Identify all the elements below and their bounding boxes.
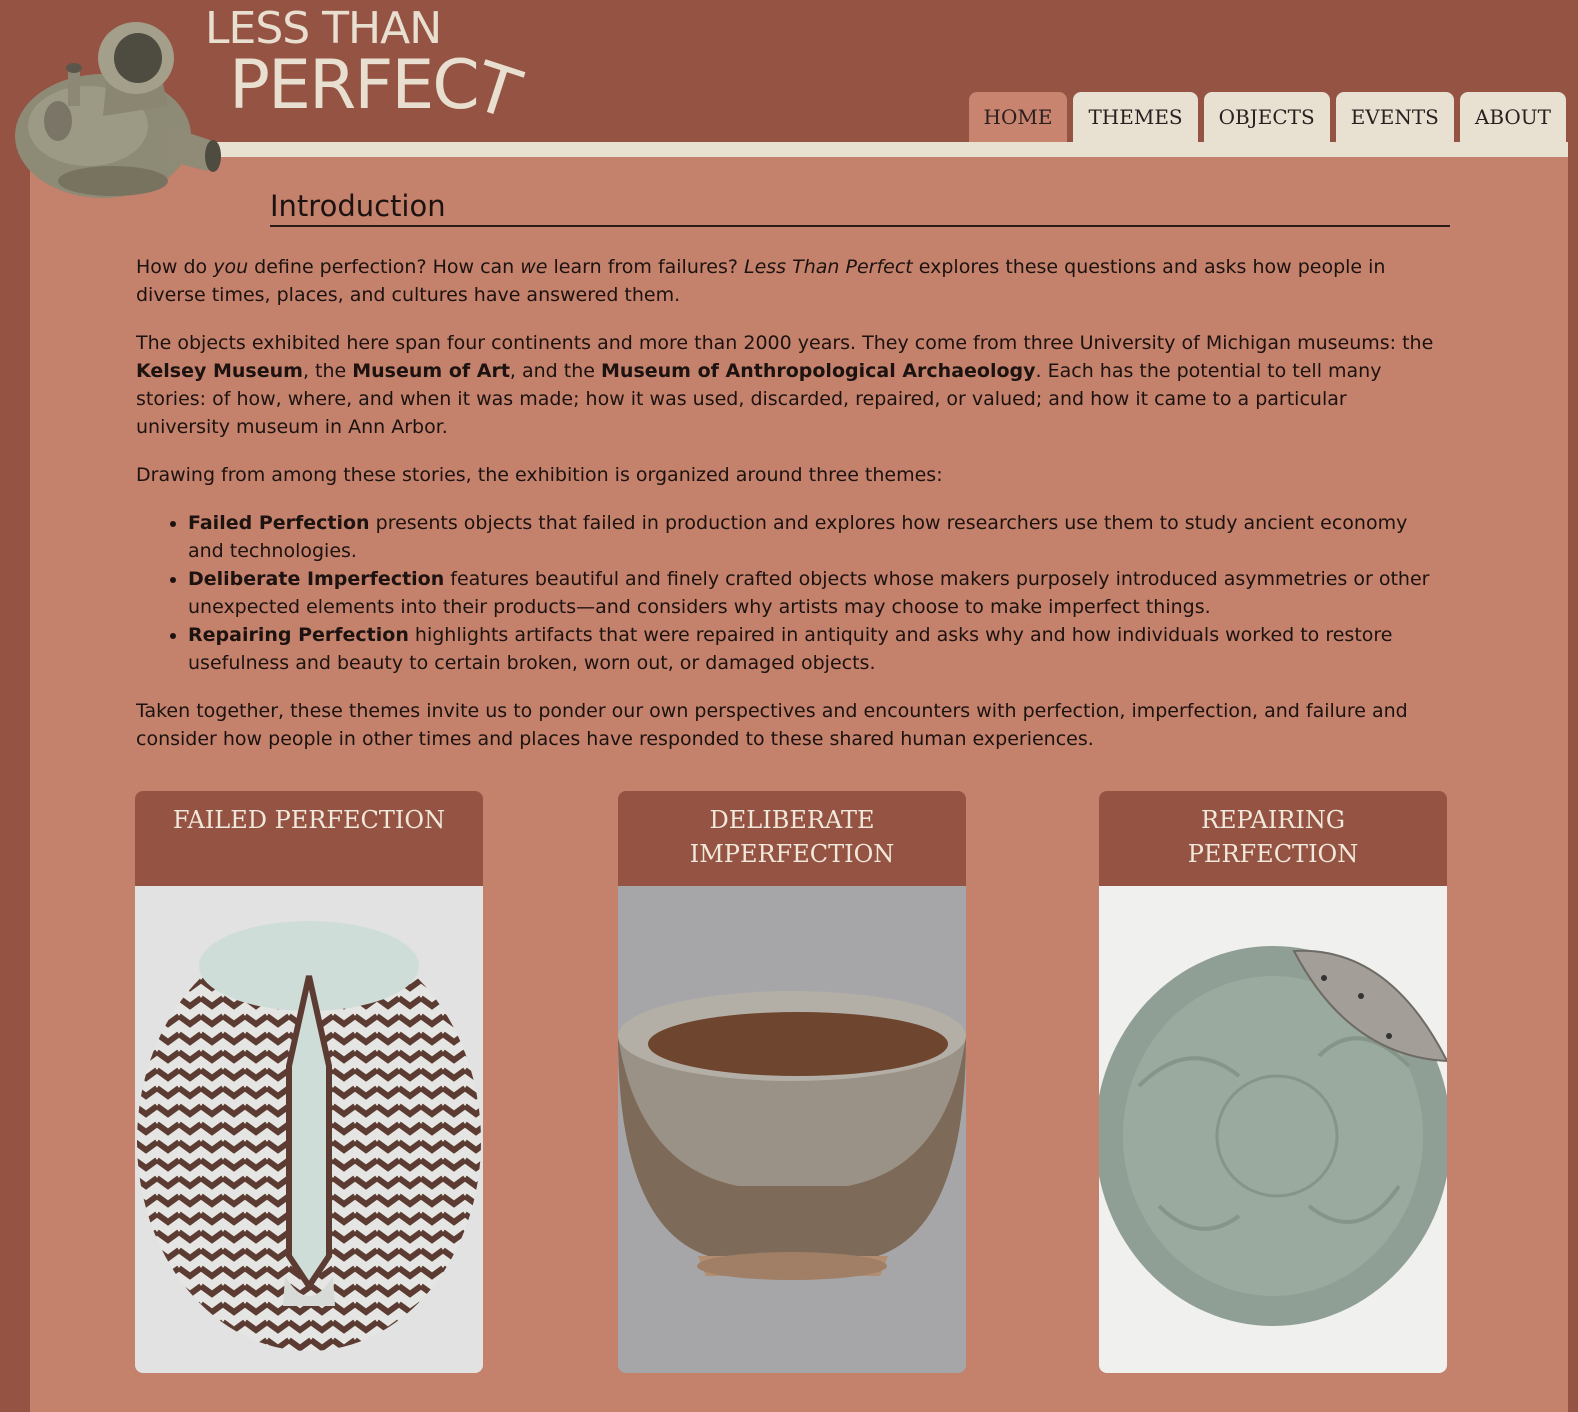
theme-cards: FAILED PERFECTION DELIBERATE IMPERFECTION	[135, 791, 1447, 1373]
card-title[interactable]: FAILED PERFECTION	[135, 791, 483, 886]
intro-text: How do you define perfection? How can we…	[136, 253, 1446, 773]
anthropological-archaeology-text: Museum of Anthropological Archaeology	[601, 360, 1036, 382]
main-nav: HOME THEMES OBJECTS EVENTS ABOUT	[968, 92, 1566, 142]
list-item: Repairing Perfection highlights artifact…	[188, 621, 1446, 677]
tab-events[interactable]: EVENTS	[1335, 92, 1454, 142]
text-run: you	[213, 256, 249, 278]
tab-about[interactable]: ABOUT	[1459, 92, 1566, 142]
page-title: Introduction	[270, 189, 1450, 227]
tea-bowl-image[interactable]	[618, 886, 966, 1373]
intro-paragraph-3: Drawing from among these stories, the ex…	[136, 464, 943, 486]
tab-objects[interactable]: OBJECTS	[1203, 92, 1330, 142]
kelsey-museum-text: Kelsey Museum	[136, 360, 303, 382]
theme-name: Repairing Perfection	[188, 624, 409, 646]
text-run: How do	[136, 256, 214, 278]
theme-desc: presents objects that failed in producti…	[188, 512, 1408, 562]
tab-themes[interactable]: THEMES	[1073, 92, 1198, 142]
themes-list: Failed Perfection presents objects that …	[188, 509, 1446, 677]
logo-line-2-main: PERFEC	[229, 46, 480, 125]
card-title[interactable]: DELIBERATE IMPERFECTION	[618, 791, 966, 886]
museum-of-art-text: Museum of Art	[352, 360, 510, 382]
intro-paragraph-1: How do you define perfection? How can we…	[136, 253, 1446, 309]
text-run: , the	[302, 360, 353, 382]
tab-home[interactable]: HOME	[968, 92, 1068, 142]
theme-name: Failed Perfection	[188, 512, 370, 534]
text-run: we	[520, 256, 548, 278]
site-header: LESS THAN PERFECT HOME THEMES OBJECTS EV…	[0, 0, 1578, 198]
logo-line-2: PERFECT	[229, 48, 527, 135]
text-run: The objects exhibited here span four con…	[136, 332, 1434, 354]
striped-vessel-image[interactable]	[135, 886, 483, 1373]
text-run: learn from failures?	[547, 256, 744, 278]
theme-name: Deliberate Imperfection	[188, 568, 445, 590]
card-title-line-2: PERFECTION	[1187, 840, 1359, 868]
list-item: Failed Perfection presents objects that …	[188, 509, 1446, 565]
card-title-line-1: DELIBERATE	[709, 806, 875, 834]
card-title[interactable]: REPAIRING PERFECTION	[1099, 791, 1447, 886]
nav-underline-bar	[215, 142, 1568, 157]
intro-paragraph-2: The objects exhibited here span four con…	[136, 329, 1446, 441]
text-run: Less Than Perfect	[744, 256, 913, 278]
card-title-line-1: REPAIRING	[1200, 806, 1346, 834]
card-title-line-2: IMPERFECTION	[689, 840, 895, 868]
repaired-dish-image[interactable]	[1099, 886, 1447, 1373]
text-run: , and the	[509, 360, 602, 382]
card-repairing-perfection[interactable]: REPAIRING PERFECTION	[1099, 791, 1447, 1373]
intro-paragraph-4: Taken together, these themes invite us t…	[136, 700, 1408, 750]
list-item: Deliberate Imperfection features beautif…	[188, 565, 1446, 621]
teapot-logo-icon[interactable]	[8, 6, 223, 201]
text-run: define perfection? How can	[248, 256, 521, 278]
card-deliberate-imperfection[interactable]: DELIBERATE IMPERFECTION	[618, 791, 966, 1373]
site-logo-text[interactable]: LESS THAN PERFECT	[205, 6, 527, 135]
main-content: Introduction How do you define perfectio…	[30, 157, 1568, 1412]
card-failed-perfection[interactable]: FAILED PERFECTION	[135, 791, 483, 1373]
